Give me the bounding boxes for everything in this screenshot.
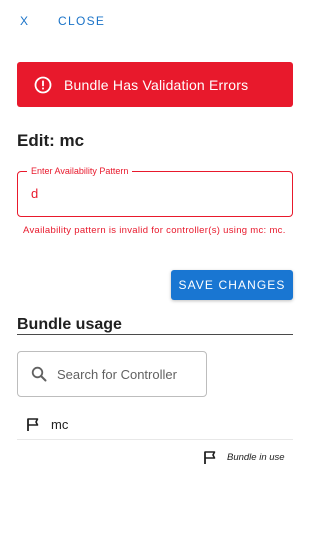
controller-name: mc xyxy=(51,417,69,432)
divider xyxy=(17,334,293,335)
flag-icon xyxy=(203,450,218,465)
close-label[interactable]: CLOSE xyxy=(58,14,105,28)
validation-helper-text: Availability pattern is invalid for cont… xyxy=(23,225,286,236)
validation-error-banner: Bundle Has Validation Errors xyxy=(17,62,293,107)
availability-pattern-label: Enter Availability Pattern xyxy=(27,165,133,177)
close-icon[interactable]: X xyxy=(20,14,29,28)
error-message: Bundle Has Validation Errors xyxy=(64,76,249,93)
alert-circle-icon xyxy=(34,76,52,94)
save-changes-button[interactable]: SAVE CHANGES xyxy=(171,270,293,300)
availability-pattern-field[interactable]: Enter Availability Pattern xyxy=(17,165,293,217)
controller-list-item[interactable]: mc xyxy=(17,410,293,440)
search-icon xyxy=(31,366,47,382)
bundle-in-use-legend: Bundle in use xyxy=(203,450,285,465)
controller-search-input[interactable] xyxy=(57,366,197,382)
close-button[interactable]: X CLOSE xyxy=(20,14,105,28)
flag-icon xyxy=(26,417,41,432)
edit-title: Edit: mc xyxy=(17,131,85,150)
bundle-usage-heading: Bundle usage xyxy=(17,316,122,333)
legend-label: Bundle in use xyxy=(227,452,285,463)
availability-pattern-input[interactable] xyxy=(31,186,281,201)
controller-search-field[interactable] xyxy=(17,351,207,397)
